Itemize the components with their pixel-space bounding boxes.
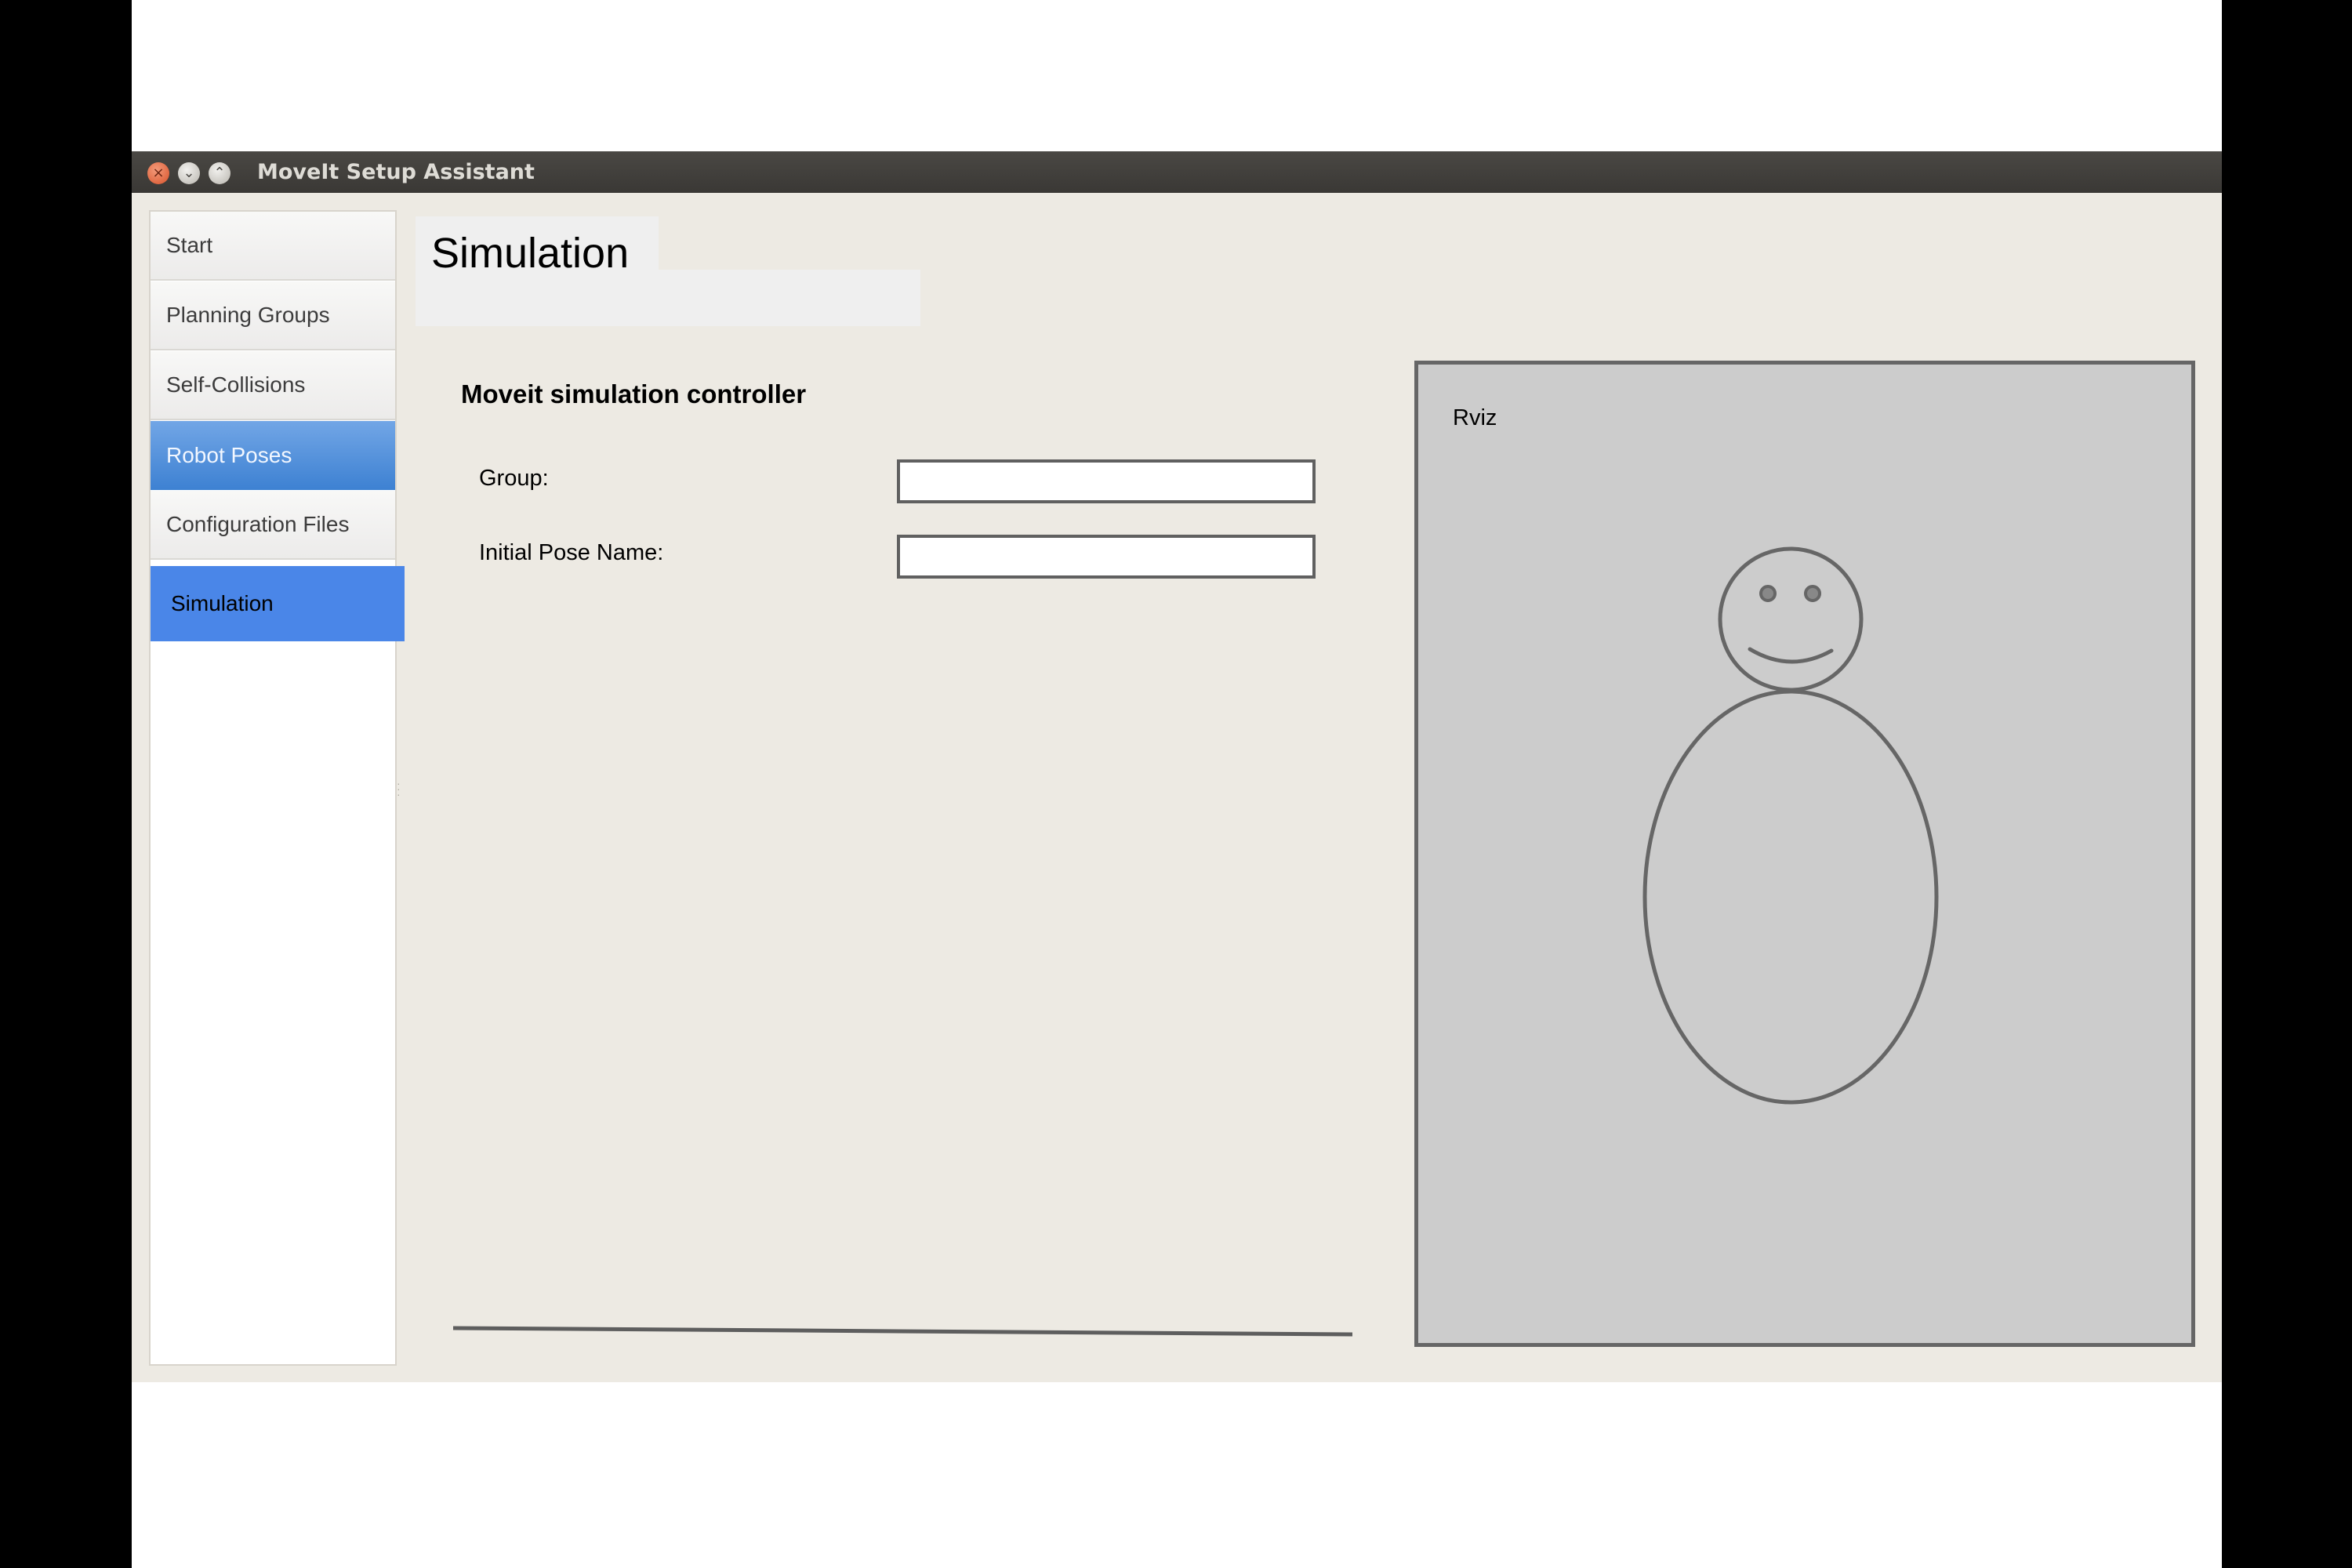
window-title: MoveIt Setup Assistant — [257, 160, 535, 184]
sidebar-item-label: Simulation — [171, 591, 274, 615]
sidebar-item-planning-groups[interactable]: Planning Groups — [151, 281, 395, 350]
figure-left-eye — [1759, 585, 1777, 602]
section-heading: Moveit simulation controller — [461, 379, 807, 408]
robot-figure-icon — [1642, 546, 1939, 1105]
sidebar-item-label: Configuration Files — [166, 512, 350, 536]
page-title: Simulation — [431, 230, 630, 277]
splitter-handle[interactable]: · · · — [397, 778, 401, 800]
group-label: Group: — [479, 466, 549, 491]
sidebar-item-label: Self-Collisions — [166, 372, 306, 397]
sidebar-item-configuration-files[interactable]: Configuration Files — [151, 491, 395, 560]
minimize-icon[interactable]: ⌄ — [178, 162, 200, 184]
group-input[interactable] — [897, 459, 1316, 503]
rviz-panel[interactable]: Rviz — [1414, 361, 2195, 1347]
window-content: Start Planning Groups Self-Collisions Ro… — [132, 193, 2222, 1382]
close-icon[interactable]: × — [147, 162, 169, 184]
sidebar-item-label: Start — [166, 233, 213, 257]
initial-pose-name-input[interactable] — [897, 535, 1316, 579]
sidebar-item-simulation[interactable]: Simulation — [151, 566, 405, 641]
figure-mouth — [1748, 647, 1834, 664]
figure-head — [1718, 546, 1864, 692]
initial-pose-name-label: Initial Pose Name: — [479, 540, 664, 565]
maximize-icon[interactable]: ⌃ — [209, 162, 230, 184]
sidebar-nav: Start Planning Groups Self-Collisions Ro… — [149, 210, 405, 1366]
figure-body — [1642, 689, 1939, 1105]
sidebar-item-self-collisions[interactable]: Self-Collisions — [151, 351, 395, 420]
sidebar-item-start[interactable]: Start — [151, 212, 395, 281]
sidebar-item-robot-poses[interactable]: Robot Poses — [151, 421, 395, 490]
window-titlebar: × ⌄ ⌃ MoveIt Setup Assistant — [132, 151, 2222, 193]
sidebar-item-label: Robot Poses — [166, 443, 292, 467]
figure-right-eye — [1804, 585, 1821, 602]
sidebar-item-label: Planning Groups — [166, 303, 330, 327]
